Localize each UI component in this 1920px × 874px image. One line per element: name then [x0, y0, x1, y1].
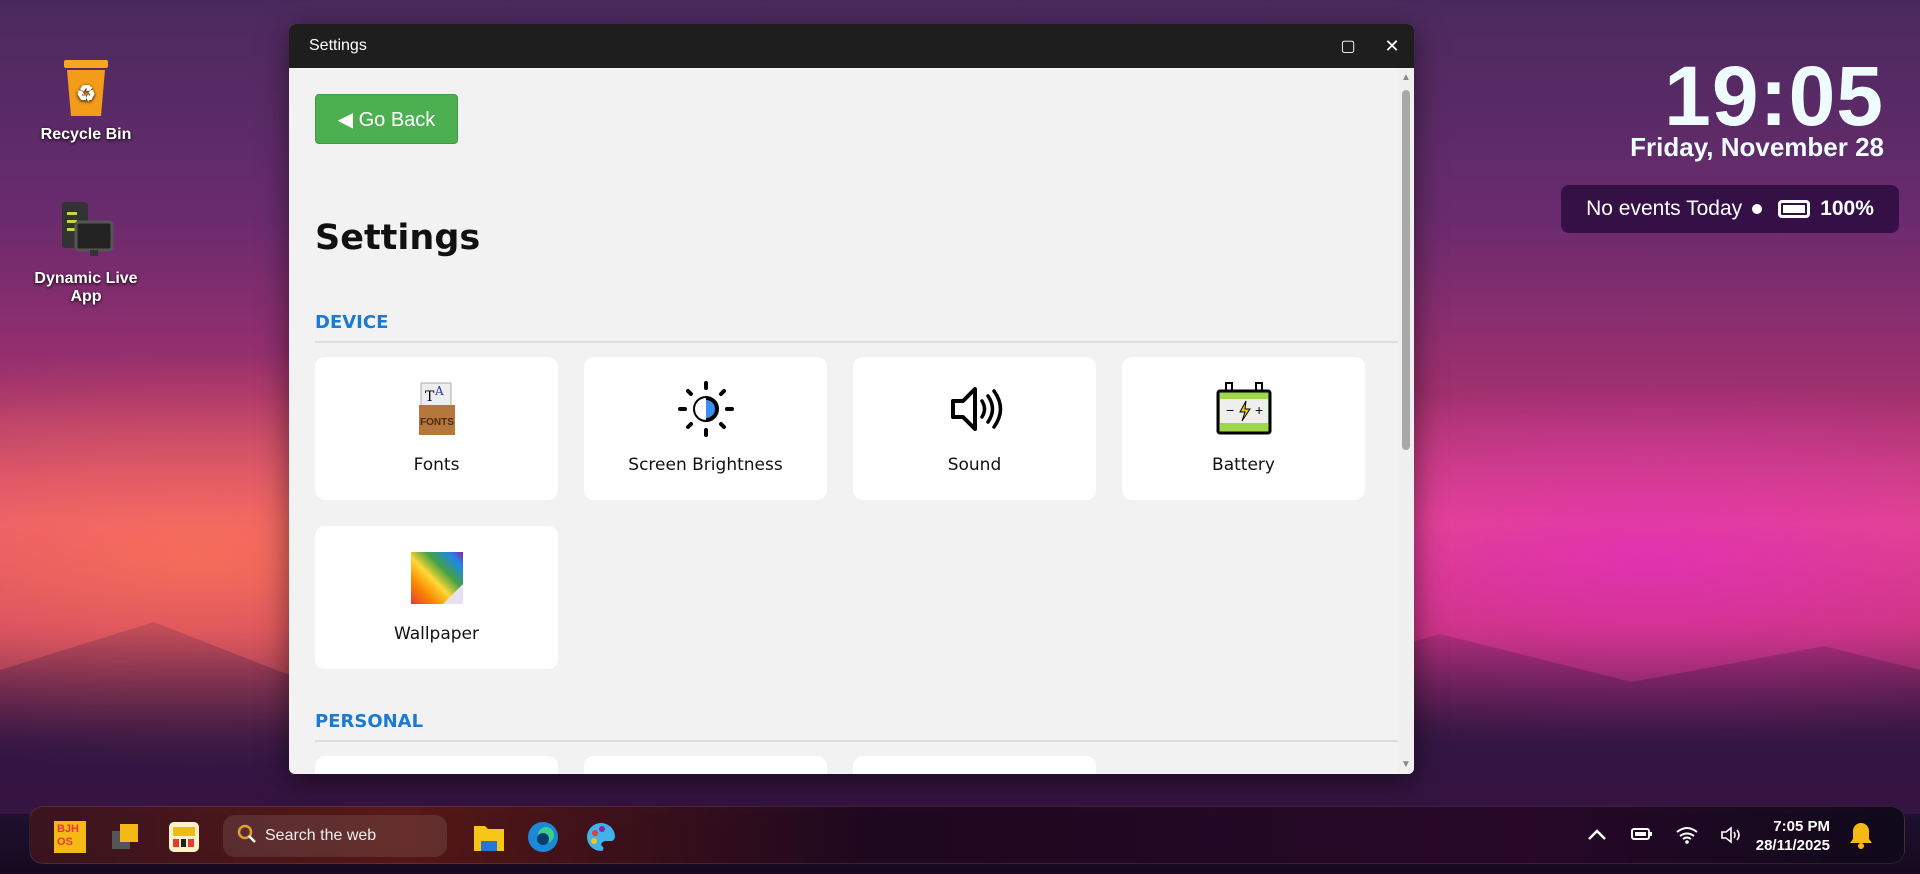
car-battery-icon: − +: [1214, 379, 1274, 439]
card-screen-brightness[interactable]: Screen Brightness: [584, 357, 827, 500]
device-grid: T A FONTS Fonts Screen Brightness Sound − +…: [315, 357, 1365, 669]
battery-percent: 100%: [1820, 197, 1874, 220]
svg-text:A: A: [434, 384, 444, 398]
recycle-bin-icon: ♻: [58, 56, 114, 120]
card-label: Screen Brightness: [628, 455, 783, 475]
card-battery[interactable]: − + Battery: [1122, 357, 1365, 500]
scrollbar[interactable]: ▲ ▼: [1398, 68, 1414, 774]
edge-browser-icon[interactable]: [527, 821, 559, 853]
taskbar-time: 7:05 PM: [1773, 818, 1830, 835]
widgets-icon[interactable]: [168, 821, 200, 853]
volume-icon[interactable]: [1720, 825, 1744, 850]
card-label: Sound: [947, 455, 1002, 475]
taskbar-clock[interactable]: 7:05 PM 28/11/2025: [1756, 817, 1830, 855]
speaker-icon: [945, 379, 1005, 439]
settings-window: Settings ▢ ✕ ◀ Go Back Settings DEVICE T…: [289, 24, 1414, 774]
wallpaper-icon: [407, 548, 467, 608]
widget-date: Friday, November 28: [1630, 132, 1884, 162]
chevron-up-icon[interactable]: [1586, 825, 1608, 848]
desktop-icon-dynamic-live-app[interactable]: Dynamic Live App: [26, 200, 146, 306]
notification-bell-icon[interactable]: [1848, 821, 1874, 854]
window-title: Settings: [309, 37, 367, 54]
card-wallpaper[interactable]: Wallpaper: [315, 526, 558, 669]
start-button[interactable]: BJH OS: [54, 821, 86, 853]
page-title: Settings: [315, 218, 481, 258]
settings-content: ◀ Go Back Settings DEVICE T A FONTS Fonts …: [289, 68, 1398, 774]
card-label: Fonts: [413, 455, 460, 475]
card-label: Wallpaper: [393, 624, 480, 644]
events-pill: No events Today 100%: [1561, 185, 1899, 233]
go-back-button[interactable]: ◀ Go Back: [315, 94, 458, 144]
personal-grid: [315, 756, 1365, 774]
widget-clock: 19:05: [1664, 49, 1884, 143]
battery-icon: [1778, 200, 1811, 218]
taskbar: BJH OS Search the web 7:05 PM 28/11/2025: [29, 806, 1905, 864]
taskbar-date: 28/11/2025: [1755, 837, 1830, 854]
wifi-icon[interactable]: [1675, 825, 1699, 850]
card-sound[interactable]: Sound: [853, 357, 1096, 500]
card-personal-3[interactable]: [853, 756, 1096, 774]
dynamic-live-app-icon: [58, 200, 114, 264]
brightness-icon: [676, 379, 736, 439]
file-explorer-icon[interactable]: [473, 821, 505, 853]
svg-text:FONTS: FONTS: [420, 417, 454, 428]
close-button[interactable]: ✕: [1370, 24, 1414, 68]
scrollbar-thumb[interactable]: [1402, 90, 1410, 450]
card-label: Battery: [1212, 455, 1275, 475]
card-fonts[interactable]: T A FONTS Fonts: [315, 357, 558, 500]
svg-text:T: T: [425, 389, 435, 405]
maximize-button[interactable]: ▢: [1326, 24, 1370, 68]
fonts-icon: T A FONTS: [407, 379, 467, 439]
paint-icon[interactable]: [585, 821, 617, 853]
svg-text:♻: ♻: [76, 81, 96, 106]
scroll-up-icon[interactable]: ▲: [1401, 72, 1411, 83]
task-view-icon[interactable]: [110, 821, 142, 853]
section-personal-title: PERSONAL: [315, 711, 1398, 742]
svg-text:+: +: [1255, 402, 1263, 418]
search-icon: [237, 824, 257, 849]
section-device-title: DEVICE: [315, 312, 1398, 343]
events-text: No events Today: [1586, 197, 1743, 220]
battery-tray-icon[interactable]: [1630, 825, 1654, 848]
scroll-down-icon[interactable]: ▼: [1401, 759, 1411, 770]
desktop-icon-label: Dynamic Live App: [34, 270, 138, 305]
svg-text:−: −: [1226, 402, 1234, 418]
dot-icon: [1752, 204, 1763, 214]
card-personal-2[interactable]: [584, 756, 827, 774]
search-bar[interactable]: Search the web: [223, 815, 447, 857]
card-personal-1[interactable]: [315, 756, 558, 774]
search-placeholder: Search the web: [265, 827, 377, 844]
title-bar[interactable]: Settings ▢ ✕: [289, 24, 1414, 68]
desktop-icon-label: Recycle Bin: [40, 126, 132, 143]
desktop-icon-recycle-bin[interactable]: ♻ Recycle Bin: [26, 56, 146, 144]
